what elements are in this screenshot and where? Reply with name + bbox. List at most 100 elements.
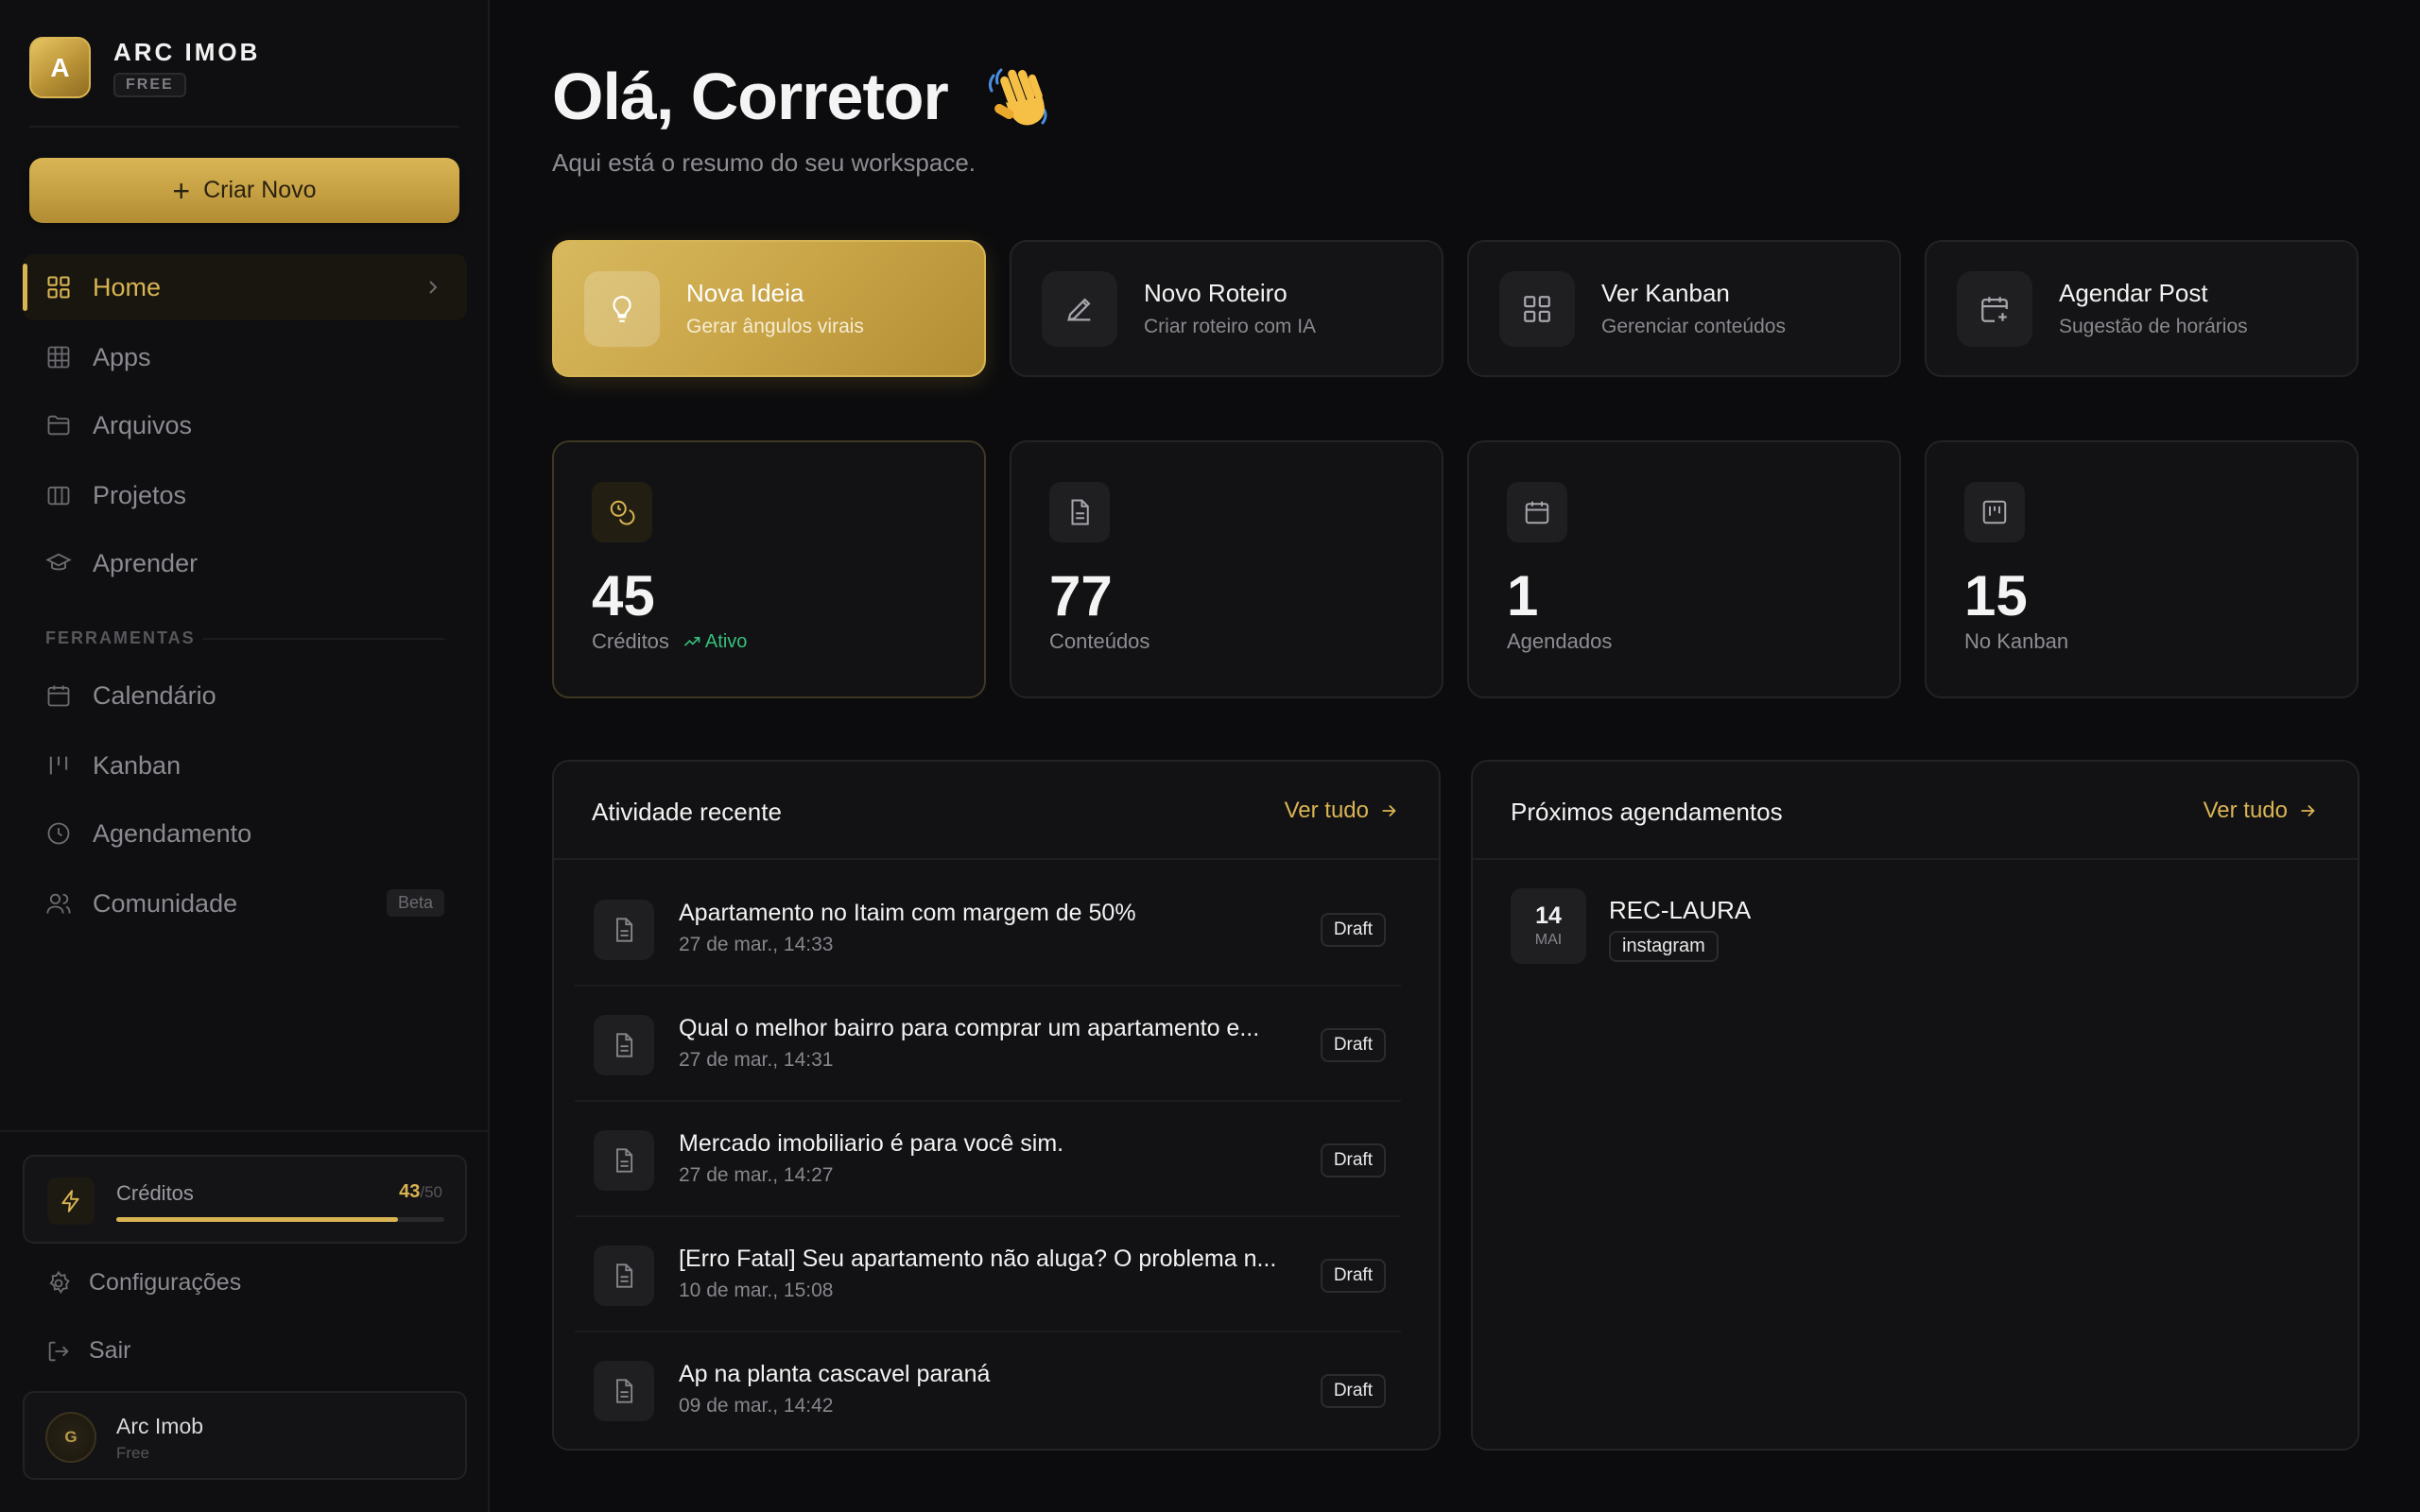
sidebar-item-label: Projetos (93, 480, 187, 509)
folder-icon (47, 415, 70, 436)
trend-indicator: Ativo (683, 631, 747, 653)
trend-label: Ativo (704, 630, 748, 652)
action-subtitle: Gerar ângulos virais (686, 316, 864, 337)
kanban-icon (1964, 482, 2025, 542)
date-month: MAI (1534, 931, 1563, 948)
credits-label: Créditos (116, 1181, 194, 1205)
list-item[interactable]: Qual o melhor bairro para comprar um apa… (575, 987, 1401, 1102)
sidebar-item-arquivos[interactable]: Arquivos (23, 392, 467, 458)
beta-badge: Beta (386, 889, 444, 917)
lightbulb-icon (584, 270, 660, 347)
create-new-button[interactable]: + Criar Novo (29, 158, 459, 223)
recent-activity-panel: Atividade recente Ver tudo Apartamento n… (552, 760, 1441, 1451)
briefcase-icon (47, 486, 70, 506)
calendar-icon (47, 685, 70, 707)
platform-tag: instagram (1609, 931, 1719, 962)
date-day: 14 (1535, 902, 1562, 929)
apps-grid-icon (47, 346, 70, 369)
item-date: 27 de mar., 14:31 (679, 1049, 834, 1071)
view-all-link[interactable]: Ver tudo (2204, 798, 2318, 824)
upcoming-schedule-panel: Próximos agendamentos Ver tudo 14 MAI RE… (1471, 760, 2360, 1451)
sidebar-item-apps[interactable]: Apps (23, 324, 467, 390)
status-badge: Draft (1320, 913, 1386, 947)
plan-badge: FREE (113, 73, 186, 97)
graduation-cap-icon (45, 553, 72, 571)
status-badge: Draft (1320, 1028, 1386, 1062)
panel-title: Atividade recente (592, 798, 782, 826)
contents-stat-card[interactable]: 77 Conteúdos (1010, 440, 1443, 698)
scheduled-stat-card[interactable]: 1 Agendados (1467, 440, 1901, 698)
status-badge: Draft (1320, 1374, 1386, 1408)
sidebar-item-aprender[interactable]: Aprender (23, 530, 467, 596)
new-idea-card[interactable]: Nova Ideia Gerar ângulos virais (552, 240, 986, 377)
list-item[interactable]: Mercado imobiliario é para você sim. 27 … (575, 1102, 1401, 1217)
document-icon (594, 1015, 654, 1075)
calendar-plus-icon (1957, 270, 2032, 347)
page-subtitle: Aqui está o resumo do seu workspace. (552, 148, 977, 177)
waving-hand-icon (988, 68, 1047, 126)
list-item[interactable]: Ap na planta cascavel paraná 09 de mar.,… (575, 1332, 1401, 1448)
item-date: 27 de mar., 14:33 (679, 934, 834, 955)
section-label: FERRAMENTAS (45, 628, 196, 647)
item-title: Apartamento no Itaim com margem de 50% (679, 900, 1136, 926)
logout-label: Sair (89, 1337, 131, 1364)
trending-up-icon (683, 637, 700, 646)
grid-icon (1499, 270, 1575, 347)
stat-value: 45 (592, 564, 655, 627)
view-all-label: Ver tudo (2203, 798, 2288, 823)
greeting: Olá, Corretor (552, 59, 1056, 134)
panel-header: Atividade recente Ver tudo (554, 762, 1439, 860)
sidebar-item-projetos[interactable]: Projetos (23, 462, 467, 528)
grid-icon (47, 276, 70, 299)
plus-icon: + (172, 173, 191, 208)
user-profile[interactable]: G Arc Imob Free (23, 1391, 467, 1480)
credits-stat-card[interactable]: 45 Créditos Ativo (552, 440, 986, 698)
panel-header: Próximos agendamentos Ver tudo (1473, 762, 2358, 860)
sidebar-item-label: Kanban (93, 750, 182, 780)
action-title: Nova Ideia (686, 279, 804, 307)
credits-count: 43/50 (399, 1181, 442, 1203)
new-script-card[interactable]: Novo Roteiro Criar roteiro com IA (1010, 240, 1443, 377)
sidebar: A ARC IMOB FREE + Criar Novo Home Apps A… (0, 0, 490, 1512)
brand[interactable]: A ARC IMOB FREE (29, 37, 260, 98)
stat-label-text: Créditos (592, 629, 669, 653)
view-all-label: Ver tudo (1284, 798, 1369, 823)
item-title: Qual o melhor bairro para comprar um apa… (679, 1015, 1260, 1041)
credits-progress-bar (116, 1217, 444, 1222)
document-icon (594, 1246, 654, 1306)
stat-value: 77 (1049, 564, 1113, 627)
credits-widget[interactable]: Créditos 43/50 (23, 1155, 467, 1244)
sidebar-item-kanban[interactable]: Kanban (23, 732, 467, 799)
kanban-icon (49, 756, 68, 775)
list-item[interactable]: Apartamento no Itaim com margem de 50% 2… (575, 871, 1401, 987)
sidebar-item-home[interactable]: Home (23, 254, 467, 320)
document-icon (1049, 482, 1110, 542)
sidebar-item-comunidade[interactable]: Comunidade Beta (23, 870, 467, 936)
divider (29, 126, 459, 128)
view-kanban-card[interactable]: Ver Kanban Gerenciar conteúdos (1467, 240, 1901, 377)
list-item[interactable]: [Erro Fatal] Seu apartamento não aluga? … (575, 1217, 1401, 1332)
arrow-right-icon (1382, 804, 1396, 817)
lightning-icon (47, 1177, 95, 1225)
sidebar-item-calendario[interactable]: Calendário (23, 662, 467, 729)
stat-value: 1 (1507, 564, 1539, 627)
action-title: Ver Kanban (1601, 279, 1730, 307)
settings-label: Configurações (89, 1269, 242, 1296)
credits-current: 43 (399, 1181, 421, 1202)
schedule-post-card[interactable]: Agendar Post Sugestão de horários (1925, 240, 2359, 377)
status-badge: Draft (1320, 1259, 1386, 1293)
panel-title: Próximos agendamentos (1511, 798, 1783, 826)
view-all-link[interactable]: Ver tudo (1285, 798, 1399, 824)
kanban-stat-card[interactable]: 15 No Kanban (1925, 440, 2359, 698)
user-plan: Free (116, 1444, 149, 1462)
divider (0, 1130, 490, 1132)
action-subtitle: Sugestão de horários (2059, 316, 2248, 337)
item-title: Ap na planta cascavel paraná (679, 1361, 991, 1387)
schedule-item[interactable]: 14 MAI REC-LAURA instagram (1511, 888, 1751, 964)
sidebar-item-label: Calendário (93, 680, 216, 710)
sidebar-item-agendamento[interactable]: Agendamento (23, 800, 467, 867)
page-title: Olá, Corretor (552, 60, 949, 133)
settings-link[interactable]: Configurações (45, 1269, 241, 1297)
brand-logo: A (29, 37, 91, 98)
logout-link[interactable]: Sair (45, 1337, 130, 1365)
